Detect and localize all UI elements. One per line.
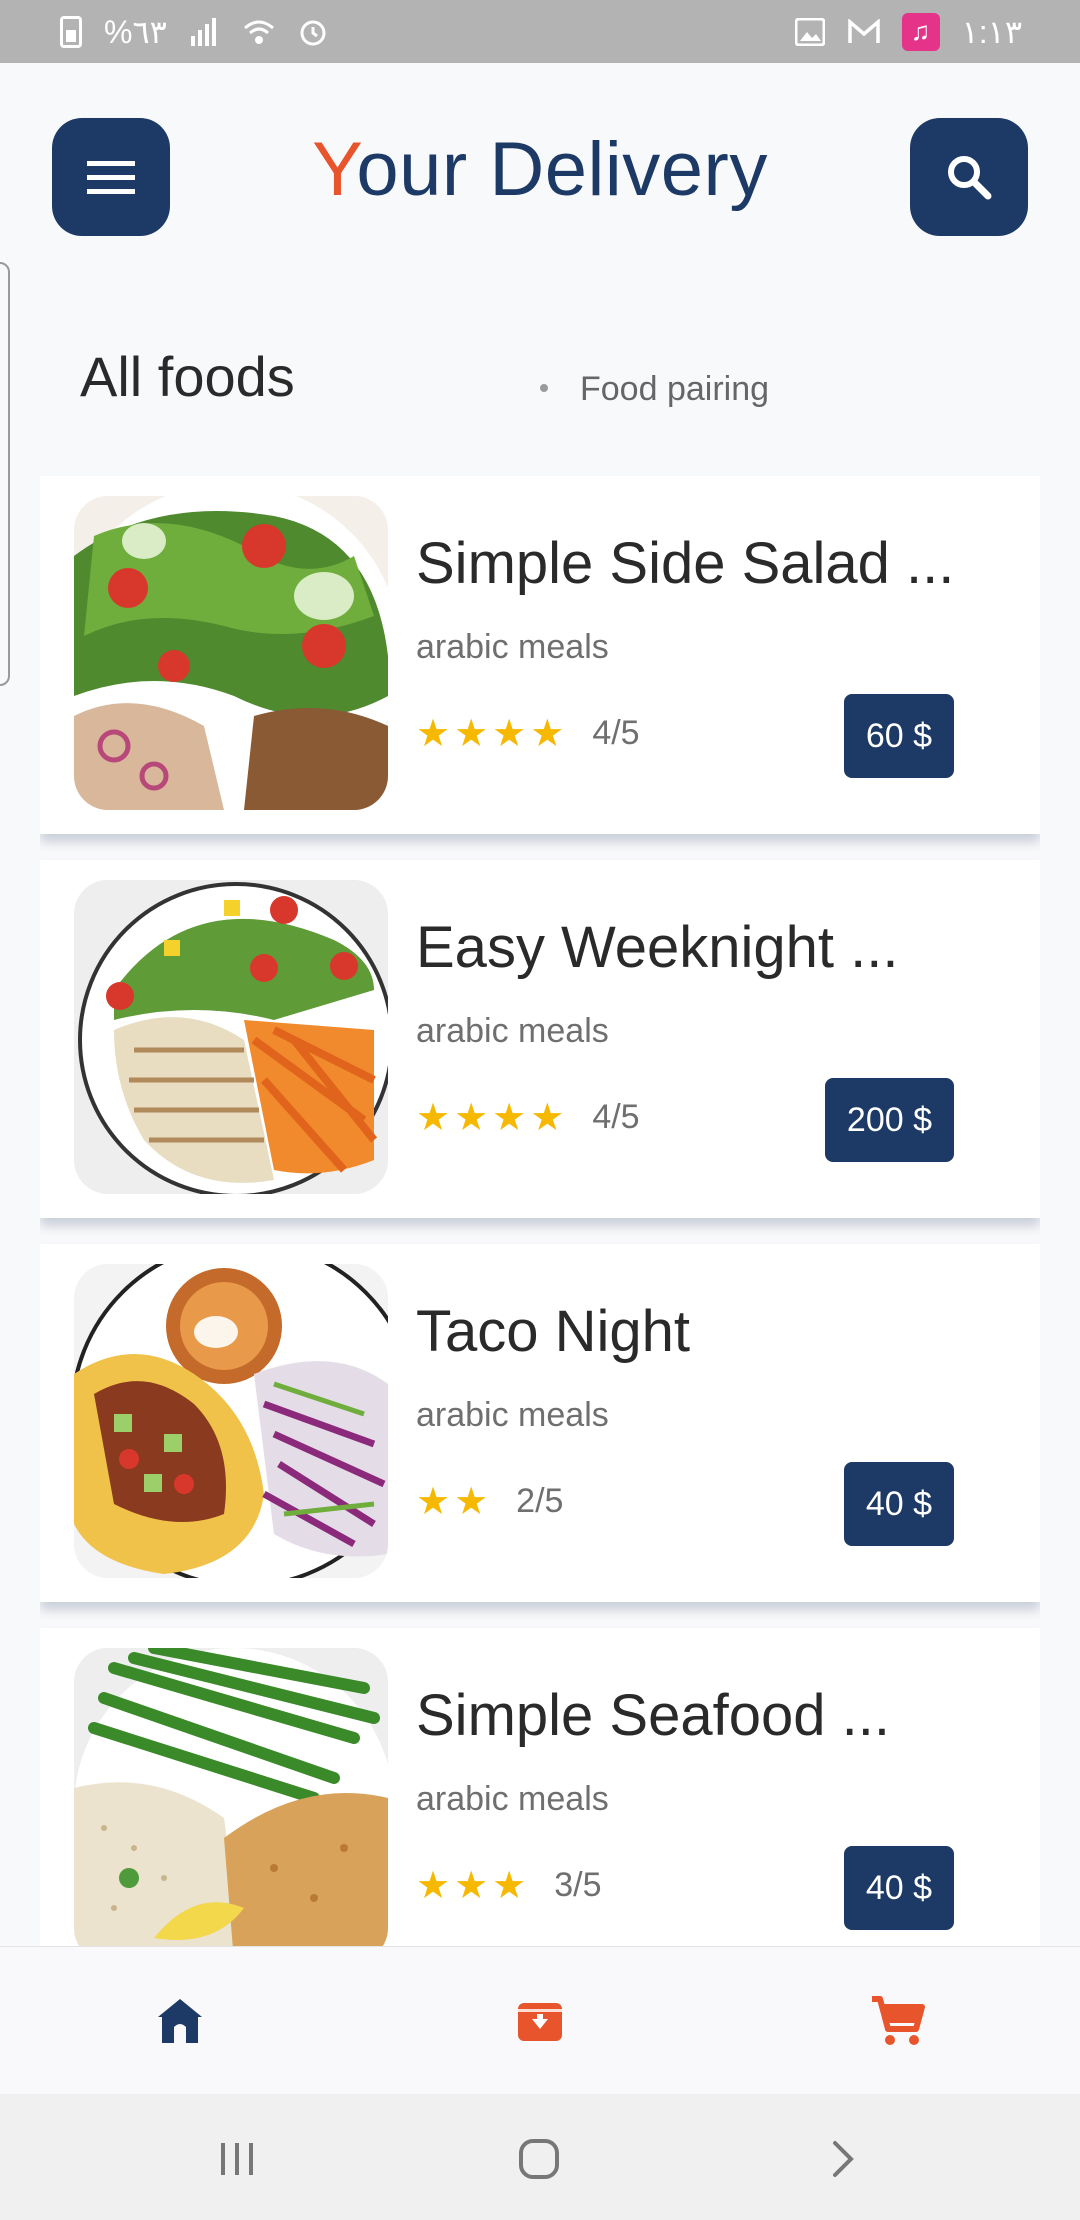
tab-all-foods[interactable]: All foods [80,344,295,409]
status-right: ♫ ١:١٣ [794,12,1022,51]
status-bar: %٦٣ ♫ ١:١٣ [0,0,1080,63]
system-home-button[interactable] [514,2134,564,2184]
food-name: Easy Weeknight ... [416,915,899,980]
food-image-chicken [74,880,388,1194]
star-icon: ★ [454,1480,489,1523]
home-circle-icon [519,2139,559,2179]
star-icon: ★ [454,712,489,755]
recents-icon [221,2143,253,2175]
signal-icon [189,16,221,48]
search-button[interactable] [910,118,1028,236]
app-header: Your Delivery [52,118,1028,236]
rating-text: 4/5 [592,714,640,752]
food-rating: ★ ★ 2/5 [416,1482,563,1521]
star-icon: ★ [454,1096,489,1139]
gmail-icon [847,16,880,48]
system-navigation [0,2094,1080,2220]
back-icon [833,2141,854,2177]
food-category: arabic meals [416,1012,609,1050]
food-image-salad [74,496,388,810]
star-icon: ★ [492,1096,527,1139]
food-category: arabic meals [416,628,609,666]
star-icon: ★ [416,1096,451,1139]
food-image-seafood [74,1648,388,1946]
price-button[interactable]: 40 $ [843,1846,954,1930]
price-button[interactable]: 200 $ [824,1078,954,1162]
star-icon: ★ [416,1480,451,1523]
search-icon [948,156,992,200]
food-card[interactable]: Simple Seafood ... arabic meals ★ ★ ★ 3/… [40,1628,1040,1946]
archive-icon [518,2003,562,2041]
tab-food-pairing[interactable]: Food pairing [580,370,769,409]
star-icon: ★ [416,1864,451,1907]
rating-text: 3/5 [554,1866,602,1904]
rating-text: 2/5 [516,1482,564,1520]
food-rating: ★ ★ ★ ★ 4/5 [416,1098,640,1137]
food-image-taco [74,1264,388,1578]
bottom-navigation [0,1946,1080,2094]
rating-text: 4/5 [592,1098,640,1136]
star-icon: ★ [454,1864,489,1907]
food-card[interactable]: Simple Side Salad ... arabic meals ★ ★ ★… [40,476,1040,834]
nav-cart[interactable] [868,1991,928,2051]
image-icon [794,16,826,48]
app-title: Your Delivery [52,126,1028,213]
nav-archive[interactable] [510,1991,570,2051]
status-left: %٦٣ [60,13,329,51]
star-icon: ★ [530,1096,565,1139]
food-rating: ★ ★ ★ 3/5 [416,1866,602,1905]
food-card[interactable]: Taco Night arabic meals ★ ★ 2/5 40 $ [40,1244,1040,1602]
price-button[interactable]: 60 $ [843,694,954,778]
nav-home[interactable] [150,1991,210,2051]
status-time: ١:١٣ [961,13,1022,50]
food-name: Taco Night [416,1299,691,1364]
food-list[interactable]: Simple Side Salad ... arabic meals ★ ★ ★… [40,476,1040,1946]
back-button[interactable] [818,2134,868,2184]
battery-icon [60,15,82,48]
recents-button[interactable] [212,2134,262,2184]
home-icon [158,1999,202,2043]
wifi-icon [243,16,275,48]
music-icon: ♫ [901,12,940,51]
food-card[interactable]: Easy Weeknight ... arabic meals ★ ★ ★ ★ … [40,860,1040,1218]
app-title-rest: our Delivery [356,127,768,212]
category-tabs: All foods Food pairing [80,340,1000,420]
food-name: Simple Seafood ... [416,1683,890,1748]
star-icon: ★ [492,1864,527,1907]
alarm-icon [297,16,329,48]
star-icon: ★ [416,712,451,755]
food-rating: ★ ★ ★ ★ 4/5 [416,714,640,753]
food-category: arabic meals [416,1780,609,1818]
star-icon: ★ [492,712,527,755]
star-icon: ★ [530,712,565,755]
battery-text: %٦٣ [104,13,167,50]
cart-icon [872,1996,925,2045]
tab-indicator-dot [540,384,548,392]
drawer-edge-handle[interactable] [0,262,10,686]
food-category: arabic meals [416,1396,609,1434]
food-name: Simple Side Salad ... [416,531,955,596]
price-button[interactable]: 40 $ [843,1462,954,1546]
app-title-accent: Y [312,127,357,212]
